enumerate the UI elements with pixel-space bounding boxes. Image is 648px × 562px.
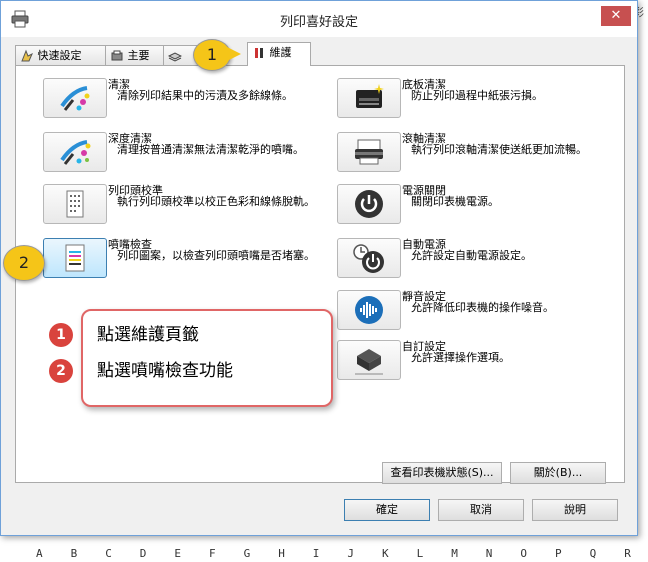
quick-setup-icon [21,49,33,62]
spreadsheet-column-header: A [36,547,43,560]
spreadsheet-column-header: P [555,547,562,560]
spreadsheet-column-header: N [485,547,493,560]
spreadsheet-column-header: J [347,547,355,560]
note-number-1: 1 [49,323,73,347]
spreadsheet-column-header: D [139,547,147,560]
spreadsheet-column-header: F [209,547,216,560]
ok-button[interactable]: 確定 [344,499,430,521]
note-text-2: 點選噴嘴檢查功能 [97,361,233,381]
function-description: 清理按普通清潔無法清潔乾淨的噴嘴。 [117,143,304,156]
window-title: 列印喜好設定 [279,15,358,30]
function-description: 防止列印過程中紙張污損。 [411,89,543,102]
function-description: 執行列印滾軸清潔使送紙更加流暢。 [411,143,587,156]
function-description: 允許設定自動電源設定。 [411,249,532,262]
callout-arrow-1 [227,47,241,61]
spreadsheet-column-header: G [243,547,251,560]
spreadsheet-column-header: L [416,547,424,560]
spreadsheet-column-header: Q [589,547,597,560]
spreadsheet-column-header: M [451,547,458,560]
maintenance-panel: 清潔 清除列印結果中的污漬及多餘線條。 深度清潔 清理按普通清潔無法清潔乾淨的噴嘴。列… [15,65,625,484]
tab-quick-setup[interactable]: 快速設定 [15,45,109,65]
function-description: 允許降低印表機的操作噪音。 [411,301,554,314]
help-button[interactable]: 說明 [532,499,618,521]
close-button[interactable]: ✕ [601,6,631,26]
callout-step-2: 2 [3,245,45,281]
main-settings-icon [111,50,123,61]
function-description: 關閉印表機電源。 [411,195,499,208]
function-description: 清除列印結果中的污漬及多餘線條。 [117,89,293,102]
nozzle-check-button[interactable] [43,238,107,278]
spreadsheet-column-header: E [174,547,182,560]
spreadsheet-column-header: O [520,547,528,560]
tab-main[interactable]: 主要 [105,45,167,65]
auto-power-button[interactable] [337,238,401,278]
printing-preferences-dialog: 列印喜好設定 ✕ 快速設定 主要 維護 清潔 清除列印結果中的污漬及多餘線條。 深度… [0,0,638,536]
quiet-settings-button[interactable] [337,290,401,330]
tab-label: 維護 [269,46,292,59]
spreadsheet-column-header: H [278,547,285,560]
instruction-note: 1 點選維護頁籤 2 點選噴嘴檢查功能 [49,309,333,407]
title-bar: 列印喜好設定 ✕ [1,1,637,37]
tab-maintenance[interactable]: 維護 [247,42,311,66]
function-description: 執行列印頭校準以校正色彩和線條脫軌。 [117,195,315,208]
spreadsheet-column-header: B [70,547,78,560]
callout-step-1: 1 [193,39,231,71]
print-head-cleaning-button[interactable] [43,78,107,118]
power-off-button[interactable] [337,184,401,224]
spreadsheet-column-header: I [312,547,320,560]
spreadsheet-column-header: R [624,547,631,560]
tab-label: 主要 [127,49,150,62]
about-button[interactable]: 關於(B)... [510,462,606,484]
tab-label: 快速設定 [37,49,82,62]
custom-settings-button[interactable] [337,340,401,380]
deep-cleaning-button[interactable] [43,132,107,172]
spreadsheet-column-header: K [382,547,389,560]
bottom-plate-cleaning-button[interactable] [337,78,401,118]
cancel-button[interactable]: 取消 [438,499,524,521]
spreadsheet-column-header: C [105,547,112,560]
print-head-alignment-button[interactable] [43,184,107,224]
view-printer-status-button[interactable]: 查看印表機狀態(S)... [382,462,502,484]
function-description: 列印圖案，以檢查列印頭噴嘴是否堵塞。 [117,249,315,262]
function-description: 允許選擇操作選項。 [411,351,510,364]
roller-cleaning-button[interactable] [337,132,401,172]
maintenance-tools-icon [255,48,263,58]
page-setup-icon [167,52,183,62]
note-text-1: 點選維護頁籤 [97,325,199,345]
note-number-2: 2 [49,359,73,383]
